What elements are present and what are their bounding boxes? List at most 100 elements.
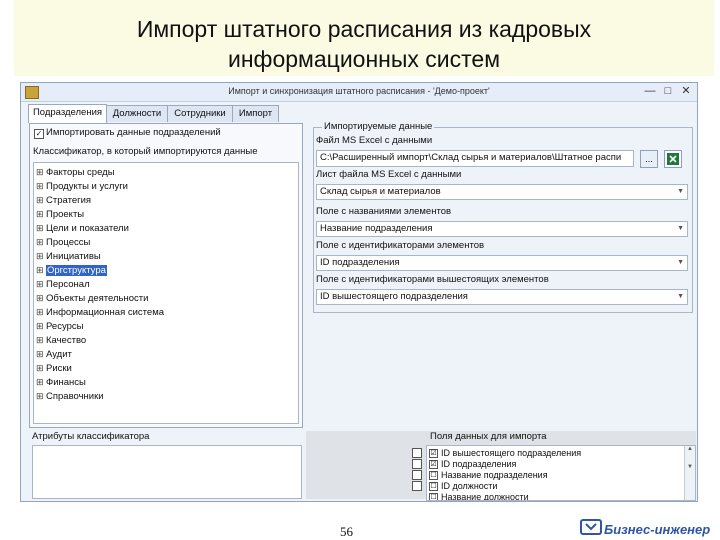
import-fields-panel: Поля данных для импорта ☑ ID вышестоящего…	[306, 431, 696, 501]
import-fields-label: Поля данных для импорта	[430, 431, 547, 442]
tree-item[interactable]: ⊞ Ресурсы	[36, 319, 83, 333]
excel-icon[interactable]	[664, 150, 682, 168]
tree-item[interactable]: ⊞ Проекты	[36, 207, 84, 221]
chevron-down-icon[interactable]: ▼	[677, 290, 684, 304]
expand-icon[interactable]: ⊞	[36, 333, 46, 347]
tree-item[interactable]: ⊞ Справочники	[36, 389, 104, 403]
chevron-down-icon[interactable]: ▼	[677, 222, 684, 236]
tree-item[interactable]: ⊞ Персонал	[36, 277, 90, 291]
tree-item-label: Риски	[46, 363, 72, 374]
tree-item[interactable]: ⊞ Риски	[36, 361, 72, 375]
sheet-value: Склад сырья и материалов	[320, 186, 441, 197]
page-number: 56	[340, 524, 353, 539]
names-field-select[interactable]: Название подразделения ▼	[316, 221, 688, 237]
row-checkbox[interactable]	[412, 481, 422, 491]
expand-icon[interactable]: ⊞	[36, 179, 46, 193]
expand-icon[interactable]: ⊞	[36, 263, 46, 277]
slide-title-band: Импорт штатного расписания из кадровых и…	[14, 0, 714, 76]
expand-icon[interactable]: ⊞	[36, 347, 46, 361]
tab-import[interactable]: Импорт	[232, 105, 279, 122]
tree-item-label: Процессы	[46, 237, 91, 248]
ids-field-select[interactable]: ID подразделения ▼	[316, 255, 688, 271]
tree-item[interactable]: ⊞ Факторы среды	[36, 165, 115, 179]
import-dialog-window: Импорт и синхронизация штатного расписан…	[20, 82, 698, 502]
expand-icon[interactable]: ⊞	[36, 389, 46, 403]
parent-ids-field-select[interactable]: ID вышестоящего подразделения ▼	[316, 289, 688, 305]
field-checkbox[interactable]: ☑	[429, 460, 438, 469]
expand-icon[interactable]: ⊞	[36, 207, 46, 221]
field-checkbox[interactable]: ☐	[429, 482, 438, 491]
import-departments-checkbox[interactable]: ✓	[34, 129, 44, 139]
group-caption: Импортируемые данные	[322, 121, 435, 132]
expand-icon[interactable]: ⊞	[36, 277, 46, 291]
chevron-down-icon[interactable]: ▼	[677, 256, 684, 270]
field-checkbox[interactable]: ☑	[429, 449, 438, 458]
slide-title-line-1: Импорт штатного расписания из кадровых	[136, 16, 592, 42]
expand-icon[interactable]: ⊞	[36, 319, 46, 333]
tree-item[interactable]: ⊞ Финансы	[36, 375, 86, 389]
expand-icon[interactable]: ⊞	[36, 361, 46, 375]
tree-item-selected[interactable]: ⊞ Оргструктура	[36, 263, 107, 277]
ids-field-label: Поле с идентификаторами элементов	[316, 240, 485, 251]
minimize-button[interactable]: —	[643, 85, 657, 98]
logo-text: Бизнес-инженер	[604, 522, 711, 537]
expand-icon[interactable]: ⊞	[36, 249, 46, 263]
tab-employees[interactable]: Сотрудники	[167, 105, 233, 122]
sheet-select[interactable]: Склад сырья и материалов ▼	[316, 184, 688, 200]
import-fields-list: ☑ ID вышестоящего подразделения ☑ ID подра…	[426, 445, 696, 501]
browse-button[interactable]: ...	[640, 150, 658, 168]
tree-item[interactable]: ⊞ Продукты и услуги	[36, 179, 128, 193]
tree-item-label: Факторы среды	[46, 167, 115, 178]
tab-positions[interactable]: Должности	[106, 105, 168, 122]
row-checkbox[interactable]	[412, 459, 422, 469]
tree-item[interactable]: ⊞ Информационная система	[36, 305, 164, 319]
left-checkbox-column	[412, 448, 422, 500]
tree-item-label: Персонал	[46, 279, 90, 290]
field-name: Название должности	[441, 492, 529, 501]
tree-item-label: Инициативы	[46, 251, 101, 262]
parent-ids-field-label: Поле с идентификаторами вышестоящих элем…	[316, 274, 549, 285]
tab-departments[interactable]: Подразделения	[28, 104, 107, 123]
tree-item[interactable]: ⊞ Качество	[36, 333, 86, 347]
classifier-label: Классификатор, в который импортируются д…	[33, 146, 258, 157]
expand-icon[interactable]: ⊞	[36, 193, 46, 207]
expand-icon[interactable]: ⊞	[36, 221, 46, 235]
file-path-value: C:\Расширенный импорт\Склад сырья и мате…	[320, 152, 622, 163]
chevron-down-icon[interactable]: ▼	[677, 185, 684, 199]
names-field-label: Поле с названиями элементов	[316, 206, 452, 217]
window-titlebar: Импорт и синхронизация штатного расписан…	[21, 83, 697, 102]
maximize-button[interactable]: □	[661, 85, 675, 98]
expand-icon[interactable]: ⊞	[36, 235, 46, 249]
imported-data-group: Импортируемые данные Файл MS Excel с дан…	[313, 121, 693, 313]
tree-item-label: Проекты	[46, 209, 85, 220]
tree-item-label: Оргструктура	[46, 265, 107, 276]
list-scrollbar[interactable]: ▲ ▼	[684, 446, 695, 500]
close-button[interactable]: ✕	[679, 85, 693, 98]
expand-icon[interactable]: ⊞	[36, 375, 46, 389]
tree-item-label: Информационная система	[46, 307, 165, 318]
expand-icon[interactable]: ⊞	[36, 291, 46, 305]
tree-item[interactable]: ⊞ Цели и показатели	[36, 221, 129, 235]
tree-item-label: Продукты и услуги	[46, 181, 128, 192]
field-checkbox[interactable]: ☐	[429, 471, 438, 480]
file-path-field[interactable]: C:\Расширенный импорт\Склад сырья и мате…	[316, 150, 634, 167]
tree-item[interactable]: ⊞ Объекты деятельности	[36, 291, 148, 305]
tree-item[interactable]: ⊞ Стратегия	[36, 193, 91, 207]
classifier-tree: ⊞ Факторы среды ⊞ Продукты и услуги ⊞ Страт…	[33, 162, 299, 424]
parent-ids-value: ID вышестоящего подразделения	[320, 291, 468, 302]
attributes-list[interactable]	[32, 445, 302, 499]
classifier-panel: ✓ Импортировать данные подразделений Кла…	[29, 123, 303, 428]
tree-item[interactable]: ⊞ Аудит	[36, 347, 72, 361]
names-value: Название подразделения	[320, 223, 433, 234]
row-checkbox[interactable]	[412, 470, 422, 480]
tree-item[interactable]: ⊞ Инициативы	[36, 249, 101, 263]
expand-icon[interactable]: ⊞	[36, 165, 46, 179]
row-checkbox[interactable]	[412, 448, 422, 458]
expand-icon[interactable]: ⊞	[36, 305, 46, 319]
tree-item[interactable]: ⊞ Процессы	[36, 235, 90, 249]
field-checkbox[interactable]: ☐	[429, 493, 438, 500]
classifier-attributes-panel: Атрибуты классификатора	[29, 431, 302, 499]
list-item[interactable]: ☐ Название должности	[427, 491, 677, 501]
tree-item-label: Цели и показатели	[46, 223, 129, 234]
tree-item-label: Финансы	[46, 377, 86, 388]
